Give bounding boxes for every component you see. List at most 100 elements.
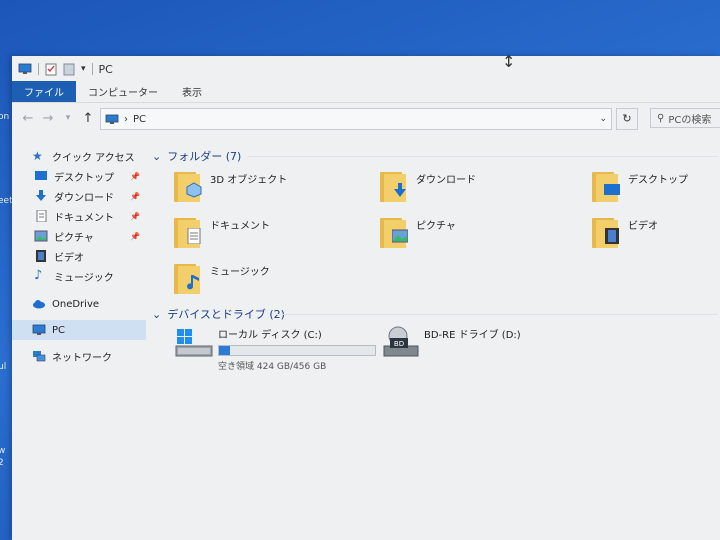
video-icon	[592, 214, 622, 250]
customize-dropdown-icon[interactable]: ▾	[81, 64, 86, 74]
recent-dropdown-icon[interactable]: ▾	[58, 113, 78, 123]
desktop-icon	[592, 168, 622, 204]
divider	[276, 314, 718, 315]
network-icon	[33, 351, 46, 362]
refresh-button[interactable]: ↻	[616, 108, 638, 130]
drive-label: ローカル ディスク (C:)	[218, 330, 322, 341]
pin-icon[interactable]: 📌	[130, 172, 140, 181]
drive-c[interactable]: ローカル ディスク (C:) 空き領域 424 GB/456 GB	[174, 326, 376, 372]
document-icon	[36, 210, 47, 222]
back-arrow-icon[interactable]: ←	[18, 111, 38, 126]
folder-label: 3D オブジェクト	[210, 174, 288, 186]
drive-badge: BD	[394, 340, 404, 348]
computer-icon	[18, 63, 32, 74]
sidebar-item-quick-access[interactable]: ★ クイック アクセス	[12, 146, 146, 166]
folder-label: デスクトップ	[628, 174, 688, 186]
folder-label: ダウンロード	[416, 174, 476, 186]
divider	[38, 63, 39, 75]
sidebar-item-label: デスクトップ	[54, 172, 114, 184]
divider	[248, 156, 718, 157]
computer-icon	[32, 324, 46, 335]
sidebar-item-network[interactable]: ネットワーク	[12, 346, 146, 366]
sidebar-item-onedrive[interactable]: OneDrive	[12, 294, 146, 314]
refresh-icon: ↻	[622, 112, 632, 125]
chevron-down-icon[interactable]: ⌄	[152, 150, 161, 163]
video-icon	[36, 250, 46, 262]
folder-videos[interactable]: ビデオ	[592, 214, 658, 250]
tab-computer[interactable]: コンピューター	[76, 81, 170, 102]
drive-info: ローカル ディスク (C:) 空き領域 424 GB/456 GB	[218, 326, 376, 372]
cloud-icon	[33, 300, 45, 309]
folder-desktop[interactable]: デスクトップ	[592, 168, 688, 204]
forward-arrow-icon[interactable]: →	[38, 111, 58, 126]
folder-label: ドキュメント	[210, 220, 270, 232]
sidebar-item-music[interactable]: ♪ ミュージック	[12, 266, 146, 286]
search-icon: ⚲	[657, 112, 665, 124]
title-bar: ▾ PC ↕	[12, 52, 720, 82]
navigation-bar: ← → ▾ ↑ › PC ⌄ ↻ ⚲ PCの検索	[12, 104, 720, 132]
sidebar-item-label: ピクチャ	[54, 232, 94, 244]
sidebar-item-label: ミュージック	[54, 272, 114, 284]
file-explorer-window: ▾ PC ↕ ファイル コンピューター 表示 ← → ▾ ↑ › PC ⌄ ↻ …	[12, 52, 720, 540]
usage-bar	[218, 345, 376, 356]
picture-icon	[380, 214, 410, 250]
usage-bar-fill	[219, 346, 230, 355]
folder-label: ミュージック	[210, 266, 270, 278]
search-placeholder: PCの検索	[668, 114, 712, 126]
window-title: PC	[98, 62, 113, 76]
star-icon: ★	[32, 149, 43, 163]
folder-3d-objects[interactable]: 3D オブジェクト	[174, 168, 287, 204]
document-icon	[174, 214, 204, 250]
pin-icon[interactable]: 📌	[130, 232, 140, 241]
desktop-text: ul	[0, 362, 7, 372]
folder-documents[interactable]: ドキュメント	[174, 214, 270, 250]
desktop-text: w	[0, 446, 6, 456]
drive-info: BD-RE ドライブ (D:)	[424, 326, 521, 360]
up-arrow-icon[interactable]: ↑	[78, 111, 98, 126]
3d-objects-icon	[174, 168, 204, 204]
sidebar-item-videos[interactable]: ビデオ	[12, 246, 146, 266]
new-folder-icon[interactable]	[63, 63, 75, 76]
folder-downloads[interactable]: ダウンロード	[380, 168, 476, 204]
desktop-icon	[35, 171, 47, 180]
desktop-text: eet	[0, 196, 13, 206]
sidebar-item-downloads[interactable]: ダウンロード 📌	[12, 186, 146, 206]
sidebar-item-label: ネットワーク	[52, 352, 112, 364]
folder-label: ピクチャ	[416, 220, 456, 232]
sidebar-item-label: ドキュメント	[54, 212, 114, 224]
folder-label: ビデオ	[628, 220, 658, 232]
sidebar-item-pictures[interactable]: ピクチャ 📌	[12, 226, 146, 246]
folders-group-header[interactable]: ⌄ フォルダー (7)	[152, 148, 241, 164]
content-pane: ⌄ フォルダー (7) 3D オブジェクト ダウンロード デスクトップ ドキュメ…	[148, 146, 720, 540]
devices-group-header[interactable]: ⌄ デバイスとドライブ (2)	[152, 306, 285, 322]
drive-label: BD-RE ドライブ (D:)	[424, 330, 521, 341]
pin-icon[interactable]: 📌	[130, 212, 140, 221]
properties-icon[interactable]	[45, 63, 57, 76]
group-title: フォルダー (7)	[167, 150, 242, 163]
tab-view[interactable]: 表示	[170, 81, 214, 102]
sidebar-item-label: ダウンロード	[54, 192, 114, 204]
folder-music[interactable]: ミュージック	[174, 260, 270, 296]
desktop-edge: on eet ul w 2	[0, 0, 13, 540]
resize-cursor-icon: ↕	[502, 52, 516, 71]
ribbon-tabs: ファイル コンピューター 表示	[12, 81, 720, 103]
bd-drive-icon: BD	[383, 326, 419, 357]
sidebar-item-label: クイック アクセス	[52, 152, 135, 164]
tab-file[interactable]: ファイル	[12, 81, 76, 102]
sidebar-item-pc[interactable]: PC	[12, 320, 146, 340]
breadcrumb[interactable]: PC	[133, 114, 146, 125]
navigation-pane: ★ クイック アクセス デスクトップ 📌 ダウンロード 📌 ドキュメント 📌 ピ…	[12, 146, 146, 540]
group-title: デバイスとドライブ (2)	[167, 308, 285, 321]
chevron-down-icon[interactable]: ⌄	[599, 114, 607, 124]
sidebar-item-label: ビデオ	[54, 252, 84, 264]
desktop-text: 2	[0, 458, 4, 468]
search-input[interactable]: ⚲ PCの検索	[650, 108, 720, 128]
chevron-down-icon[interactable]: ⌄	[152, 308, 161, 321]
folder-pictures[interactable]: ピクチャ	[380, 214, 456, 250]
pin-icon[interactable]: 📌	[130, 192, 140, 201]
sidebar-item-desktop[interactable]: デスクトップ 📌	[12, 166, 146, 186]
sidebar-item-documents[interactable]: ドキュメント 📌	[12, 206, 146, 226]
address-bar[interactable]: › PC ⌄	[100, 108, 612, 130]
drive-d[interactable]: BD BD-RE ドライブ (D:)	[380, 326, 521, 360]
hard-disk-icon	[175, 329, 213, 357]
